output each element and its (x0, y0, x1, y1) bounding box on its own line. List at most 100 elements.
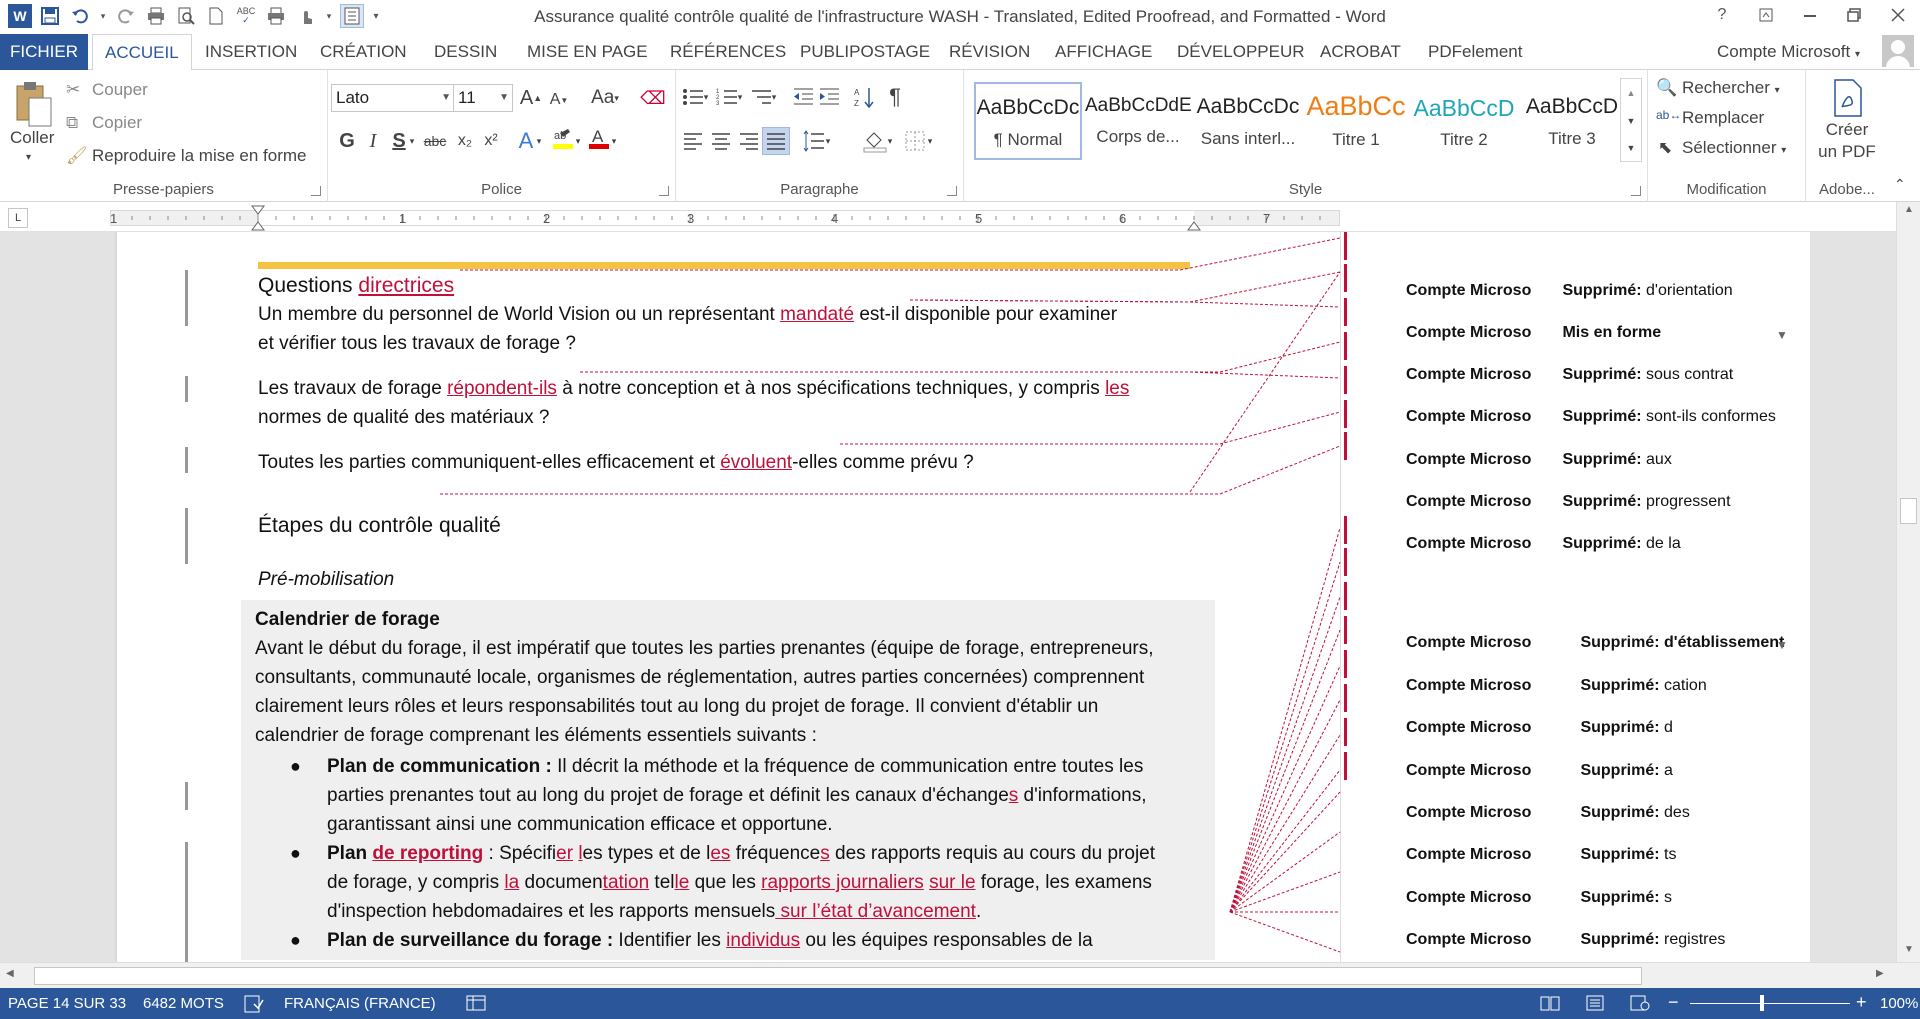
expand-revision-icon[interactable]: ▼ (1776, 328, 1788, 342)
scroll-right-icon[interactable]: ▶ (1876, 968, 1884, 979)
strikethrough-button[interactable]: abc (420, 128, 450, 154)
chevron-down-icon[interactable]: ▾ (768, 84, 780, 110)
dropdown-icon[interactable]: ▾ (98, 4, 108, 28)
zoom-slider-thumb[interactable] (1760, 995, 1764, 1011)
word-logo-icon[interactable]: W (8, 4, 32, 28)
tab-mise-en-page[interactable]: MISE EN PAGE (515, 34, 660, 70)
chevron-down-icon[interactable]: ▾ (734, 84, 746, 110)
undo-icon[interactable] (68, 4, 92, 28)
save-icon[interactable] (38, 4, 62, 28)
align-left-icon[interactable] (680, 128, 706, 154)
scroll-left-icon[interactable]: ◀ (6, 968, 14, 979)
increase-indent-icon[interactable] (816, 84, 842, 110)
revision-item[interactable]: Compte Microso Supprimé: sont-ils confor… (1406, 408, 1776, 426)
tab-selector[interactable]: L (8, 208, 28, 228)
print-preview-icon[interactable] (174, 4, 198, 28)
select-button[interactable]: Sélectionner ▾ (1682, 138, 1786, 158)
style-corps[interactable]: AaBbCcDdE Corps de... (1084, 82, 1192, 160)
spelling-icon[interactable]: ABC ✓ (234, 4, 258, 28)
tab-dessin[interactable]: DESSIN (422, 34, 509, 70)
avatar[interactable] (1882, 35, 1914, 67)
draw-table-icon[interactable] (340, 4, 364, 28)
customize-icon[interactable]: ▾ (370, 4, 382, 28)
redo-icon[interactable] (114, 4, 138, 28)
language-indicator[interactable]: FRANÇAIS (FRANCE) (284, 995, 436, 1012)
revision-item[interactable]: Compte Microso Supprimé: aux (1406, 451, 1672, 469)
style-normal[interactable]: AaBbCcDc ¶ Normal (974, 82, 1082, 160)
read-mode-icon[interactable] (1540, 995, 1560, 1015)
minimize-icon[interactable] (1788, 0, 1832, 30)
chevron-down-icon[interactable]: ▾ (533, 128, 545, 154)
create-pdf-line1[interactable]: Créer (1806, 120, 1888, 140)
revision-item[interactable]: Compte Microso Supprimé: de la (1406, 535, 1681, 553)
chevron-down-icon[interactable]: ▾ (572, 128, 584, 154)
horizontal-scrollbar[interactable]: ◀ ▶ (0, 962, 1920, 988)
revision-item[interactable]: Compte Microso Supprimé: sous contrat (1406, 366, 1733, 384)
revision-item[interactable]: Compte Microso Supprimé: d'orientation (1406, 282, 1733, 300)
scroll-up-icon[interactable]: ▲ (1621, 79, 1641, 107)
tab-creation[interactable]: CRÉATION (308, 34, 419, 70)
scroll-up-icon[interactable]: ▲ (1897, 204, 1920, 215)
revision-item[interactable]: Compte Microso Supprimé: d'établissement (1406, 634, 1784, 652)
clear-format-icon[interactable]: ⌫ (640, 85, 666, 111)
show-marks-button[interactable]: ¶ (882, 84, 908, 110)
tab-accueil[interactable]: ACCUEIL (92, 34, 192, 71)
dialog-launcher-icon[interactable] (311, 186, 321, 196)
restore-ribbon-icon[interactable] (1744, 0, 1788, 30)
find-icon[interactable]: 🔍 (1656, 78, 1677, 98)
more-styles-icon[interactable]: ▼ (1621, 135, 1641, 161)
quick-print-icon[interactable] (264, 4, 288, 28)
replace-button[interactable]: Remplacer (1682, 108, 1764, 128)
dropdown-icon[interactable]: ▾ (324, 4, 334, 28)
revision-item[interactable]: Compte Microso Supprimé: d (1406, 719, 1673, 737)
chevron-down-icon[interactable]: ▾ (884, 128, 896, 154)
revision-item[interactable]: Compte Microso Supprimé: registres (1406, 931, 1725, 949)
zoom-level[interactable]: 100% (1880, 995, 1918, 1012)
print-icon[interactable] (144, 4, 168, 28)
create-pdf-icon[interactable] (1830, 78, 1866, 118)
style-titre-1[interactable]: AaBbCc Titre 1 (1302, 82, 1410, 160)
tab-publipostage[interactable]: PUBLIPOSTAGE (788, 34, 942, 70)
touch-mode-icon[interactable] (294, 4, 318, 28)
dialog-launcher-icon[interactable] (659, 186, 669, 196)
tab-references[interactable]: RÉFÉRENCES (658, 34, 798, 70)
chevron-down-icon[interactable]: ▾ (822, 128, 834, 154)
web-layout-icon[interactable] (1630, 995, 1650, 1015)
chevron-down-icon[interactable]: ▾ (700, 84, 712, 110)
style-titre-2[interactable]: AaBbCcD Titre 2 (1410, 82, 1518, 160)
chevron-down-icon[interactable]: ▾ (26, 152, 31, 163)
maximize-icon[interactable] (1832, 0, 1876, 30)
zoom-in-icon[interactable]: + (1856, 992, 1867, 1013)
chevron-down-icon[interactable]: ▾ (924, 128, 936, 154)
print-layout-icon[interactable] (1586, 995, 1604, 1015)
change-case-icon[interactable]: Aa ▾ (586, 85, 624, 111)
revision-item[interactable]: Compte Microso Supprimé: a (1406, 762, 1673, 780)
grow-font-icon[interactable]: A ▲ (518, 85, 544, 111)
shrink-font-icon[interactable]: A ▼ (546, 87, 572, 113)
help-icon[interactable]: ? (1700, 0, 1744, 30)
revision-item[interactable]: Compte Microso Supprimé: progressent (1406, 493, 1731, 511)
copy-icon[interactable]: ⧉ (66, 113, 78, 133)
scroll-down-icon[interactable]: ▼ (1897, 944, 1920, 955)
format-painter-icon[interactable]: 🖌 (66, 146, 88, 166)
dialog-launcher-icon[interactable] (1631, 186, 1641, 196)
replace-icon[interactable]: ab↔ (1656, 108, 1681, 122)
revision-item[interactable]: Compte Microso Mis en forme (1406, 324, 1661, 342)
revision-item[interactable]: Compte Microso Supprimé: des (1406, 804, 1690, 822)
italic-button[interactable]: I (360, 128, 386, 154)
justify-icon[interactable] (762, 127, 790, 155)
page-indicator[interactable]: PAGE 14 SUR 33 (8, 995, 126, 1012)
vertical-scrollbar[interactable]: ▲ ▼ (1896, 202, 1920, 962)
vertical-scroll-thumb[interactable] (1900, 498, 1917, 524)
new-doc-icon[interactable] (204, 4, 228, 28)
scroll-down-icon[interactable]: ▼ (1621, 107, 1641, 135)
style-titre-3[interactable]: AaBbCcD Titre 3 (1518, 82, 1626, 160)
revision-item[interactable]: Compte Microso Supprimé: s (1406, 889, 1672, 907)
zoom-out-icon[interactable]: − (1668, 992, 1679, 1013)
revision-item[interactable]: Compte Microso Supprimé: cation (1406, 677, 1707, 695)
subscript-button[interactable]: x₂ (452, 128, 478, 154)
paste-button[interactable]: Coller (10, 128, 54, 148)
word-count[interactable]: 6482 MOTS (143, 995, 224, 1012)
tab-fichier[interactable]: FICHIER (0, 34, 88, 70)
font-size-combo[interactable]: 11 ▼ (453, 84, 513, 112)
